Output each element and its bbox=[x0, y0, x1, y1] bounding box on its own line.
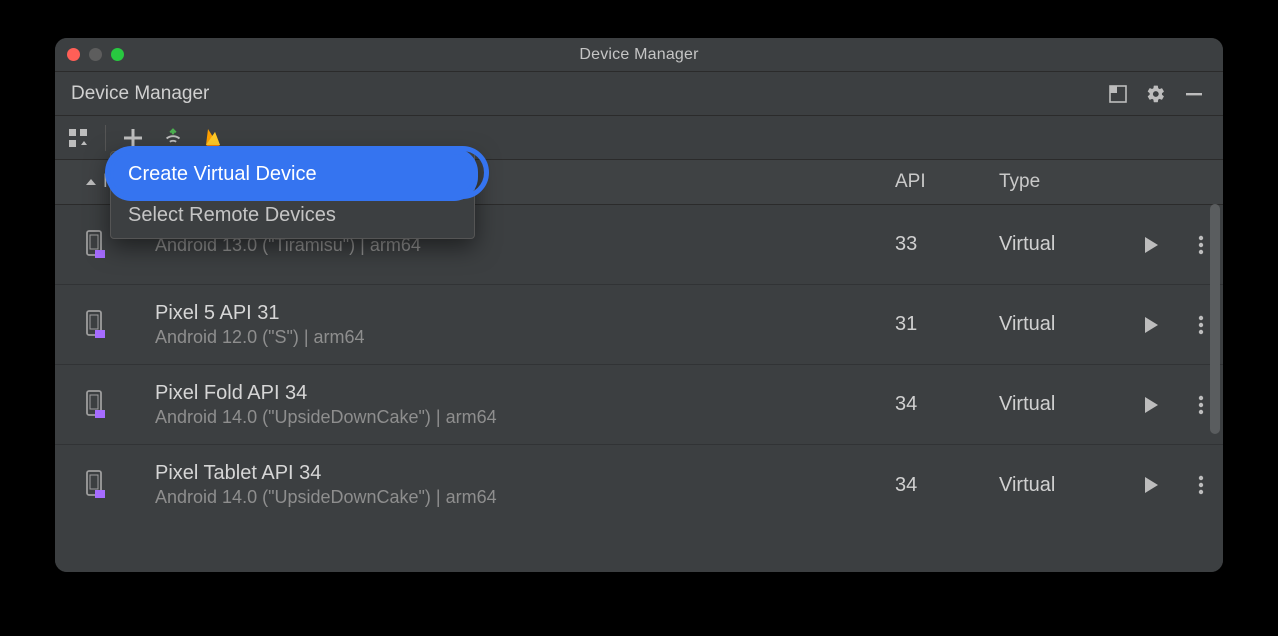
device-phone-icon bbox=[85, 470, 155, 500]
gear-icon[interactable] bbox=[1143, 81, 1169, 107]
close-window-button[interactable] bbox=[67, 48, 80, 61]
device-phone-icon bbox=[85, 390, 155, 420]
device-subtitle: Android 14.0 ("UpsideDownCake") | arm64 bbox=[155, 487, 895, 508]
play-icon[interactable] bbox=[1139, 233, 1163, 257]
column-header-api[interactable]: API bbox=[895, 171, 999, 193]
grid-icon[interactable] bbox=[65, 125, 91, 151]
select-remote-devices-item[interactable]: Select Remote Devices bbox=[113, 195, 472, 236]
plus-icon[interactable] bbox=[120, 125, 146, 151]
play-icon[interactable] bbox=[1139, 393, 1163, 417]
minimize-panel-icon[interactable] bbox=[1181, 81, 1207, 107]
play-icon[interactable] bbox=[1139, 473, 1163, 497]
window-title: Device Manager bbox=[55, 46, 1223, 64]
device-name: Pixel Fold API 34 bbox=[155, 382, 895, 405]
panel-title: Device Manager bbox=[71, 83, 209, 105]
create-virtual-device-item[interactable]: Create Virtual Device bbox=[113, 154, 472, 195]
window: Device Manager Device Manager Create Vir… bbox=[55, 38, 1223, 572]
device-phone-icon bbox=[85, 310, 155, 340]
device-api: 34 bbox=[895, 393, 999, 416]
maximize-window-button[interactable] bbox=[111, 48, 124, 61]
device-list: Android 13.0 ("Tiramisu") | arm64 33 Vir… bbox=[55, 205, 1223, 572]
table-row[interactable]: Pixel Tablet API 34 Android 14.0 ("Upsid… bbox=[55, 445, 1223, 525]
device-api: 34 bbox=[895, 474, 999, 497]
device-type: Virtual bbox=[999, 313, 1139, 336]
device-name: Pixel Tablet API 34 bbox=[155, 462, 895, 485]
device-type: Virtual bbox=[999, 393, 1139, 416]
dock-icon[interactable] bbox=[1105, 81, 1131, 107]
device-api: 31 bbox=[895, 313, 999, 336]
wifi-icon[interactable] bbox=[160, 125, 186, 151]
toolbar-divider bbox=[105, 125, 106, 151]
device-api: 33 bbox=[895, 233, 999, 256]
more-icon[interactable] bbox=[1189, 473, 1213, 497]
scrollbar[interactable] bbox=[1210, 204, 1220, 434]
traffic-lights bbox=[67, 48, 124, 61]
minimize-window-button[interactable] bbox=[89, 48, 102, 61]
device-type: Virtual bbox=[999, 233, 1139, 256]
toolbar: Create Virtual Device Select Remote Devi… bbox=[55, 116, 1223, 160]
column-header-type[interactable]: Type bbox=[999, 171, 1139, 193]
table-row[interactable]: Pixel Fold API 34 Android 14.0 ("UpsideD… bbox=[55, 365, 1223, 445]
sort-asc-icon bbox=[85, 176, 97, 188]
device-subtitle: Android 14.0 ("UpsideDownCake") | arm64 bbox=[155, 407, 895, 428]
titlebar: Device Manager bbox=[55, 38, 1223, 72]
table-row[interactable]: Pixel 5 API 31 Android 12.0 ("S") | arm6… bbox=[55, 285, 1223, 365]
play-icon[interactable] bbox=[1139, 313, 1163, 337]
firebase-icon[interactable] bbox=[200, 125, 226, 151]
add-device-dropdown: Create Virtual Device Select Remote Devi… bbox=[110, 151, 475, 239]
device-name: Pixel 5 API 31 bbox=[155, 302, 895, 325]
panel-header: Device Manager bbox=[55, 72, 1223, 116]
device-subtitle: Android 12.0 ("S") | arm64 bbox=[155, 327, 895, 348]
device-type: Virtual bbox=[999, 474, 1139, 497]
